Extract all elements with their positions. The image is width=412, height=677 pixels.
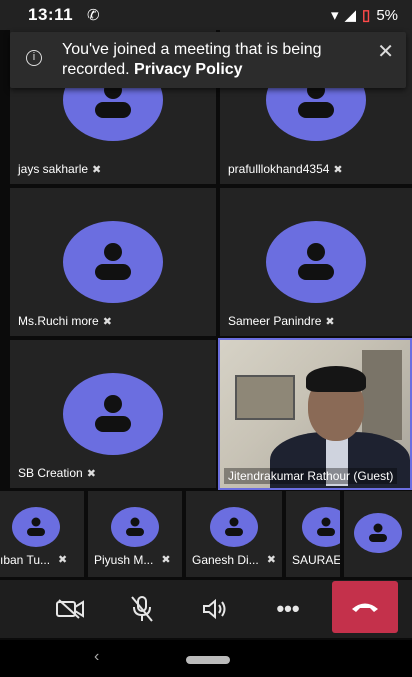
- phone-hangup-icon: [352, 603, 378, 612]
- person-icon: [317, 517, 335, 536]
- mic-off-icon: ✖: [92, 163, 102, 176]
- battery-percent: 5%: [376, 6, 398, 24]
- person-icon: [369, 523, 387, 542]
- more-icon[interactable]: •••: [268, 592, 308, 626]
- participant-name: prafulllokhand4354: [228, 162, 330, 176]
- participant-name: jays sakharle: [18, 162, 89, 176]
- avatar: [111, 507, 159, 547]
- person-icon: [95, 243, 131, 280]
- mic-off-icon: [131, 596, 153, 622]
- avatar: [12, 507, 60, 547]
- strip-participant[interactable]: Ganesh Di... ✖: [186, 491, 282, 577]
- participant-name: Jitendrakumar Rathour (Guest): [228, 469, 394, 483]
- participant-name: ıban Tu...: [0, 553, 51, 567]
- back-icon[interactable]: ‹: [94, 648, 99, 666]
- person-icon: [27, 517, 45, 536]
- mic-off-icon: ✖: [325, 315, 335, 328]
- avatar: [266, 221, 366, 303]
- info-icon: i: [26, 50, 42, 66]
- strip-participant[interactable]: ıban Tu... ✖: [0, 491, 84, 577]
- avatar: [210, 507, 258, 547]
- person-icon: [95, 395, 131, 432]
- mic-off-icon: ✖: [58, 554, 68, 566]
- strip-participant[interactable]: Piyush M... ✖: [88, 491, 182, 577]
- strip-participant[interactable]: [344, 491, 412, 577]
- status-bar: 13:11 ✆ ▾ ◢ ▯ 5%: [0, 0, 412, 30]
- avatar: [354, 513, 402, 553]
- participant-video-tile[interactable]: Jitendrakumar Rathour (Guest): [218, 338, 412, 490]
- mic-off-icon: ✖: [161, 554, 171, 566]
- person-icon: [126, 517, 144, 536]
- mic-off-icon: ✖: [333, 163, 343, 176]
- mic-off-icon: ✖: [266, 554, 276, 566]
- participant-name: Ms.Ruchi more: [18, 314, 99, 328]
- strip-participant[interactable]: SAURAE: [286, 491, 340, 577]
- speaker-icon[interactable]: [196, 592, 236, 626]
- battery-icon: ▯: [362, 7, 371, 24]
- avatar: [302, 507, 340, 547]
- participant-tile[interactable]: Ms.Ruchi more ✖: [10, 188, 216, 336]
- participant-name: Piyush M...: [94, 553, 154, 567]
- person-hair: [306, 366, 366, 392]
- avatar: [63, 221, 163, 303]
- person-icon: [298, 243, 334, 280]
- participant-tile[interactable]: Sameer Panindre ✖: [220, 188, 412, 336]
- mic-off-icon: ✖: [86, 467, 96, 480]
- system-nav-bar: ‹: [0, 640, 412, 677]
- mic-off-button[interactable]: [122, 592, 162, 626]
- privacy-policy-link[interactable]: Privacy Policy: [134, 61, 243, 78]
- wifi-icon: ▾: [330, 7, 339, 24]
- mic-off-icon: ✖: [102, 315, 112, 328]
- status-time: 13:11: [28, 5, 74, 24]
- person-icon: [225, 517, 243, 536]
- participant-name: Sameer Panindre: [228, 314, 322, 328]
- recording-banner: i You've joined a meeting that is being …: [10, 32, 406, 88]
- signal-icon: ◢: [344, 7, 357, 24]
- phone-icon: ✆: [87, 7, 100, 24]
- home-pill[interactable]: [186, 656, 230, 664]
- background-shelf: [362, 350, 402, 440]
- participant-name: SB Creation: [18, 466, 83, 480]
- participant-tile[interactable]: SB Creation ✖: [10, 340, 216, 488]
- participant-name: Ganesh Di...: [192, 553, 259, 567]
- avatar: [63, 373, 163, 455]
- hangup-button[interactable]: [332, 581, 398, 633]
- background-frame: [235, 375, 295, 420]
- participant-name: SAURAE: [292, 553, 340, 567]
- camera-off-icon[interactable]: [50, 592, 90, 626]
- close-icon[interactable]: ✕: [377, 42, 394, 62]
